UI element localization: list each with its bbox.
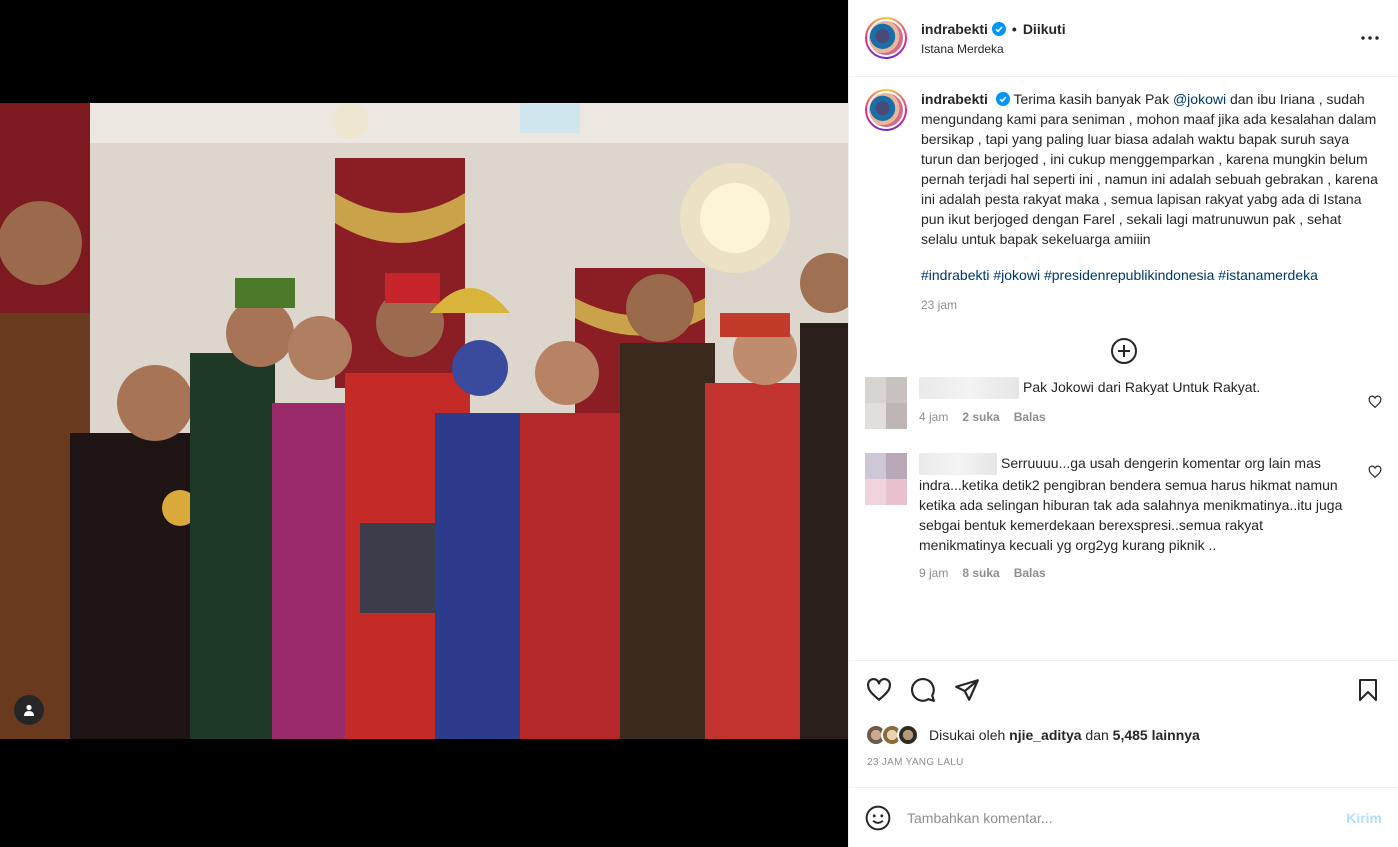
add-comment-bar: Tambahkan komentar... Kirim — [849, 787, 1398, 847]
plus-circle-icon — [1110, 338, 1137, 364]
post-location[interactable]: Istana Merdeka — [921, 42, 1358, 56]
post-photo[interactable] — [0, 103, 848, 739]
verified-badge-icon — [991, 21, 1006, 36]
comment-button[interactable] — [909, 676, 937, 704]
like-button[interactable] — [865, 676, 893, 704]
comment-like-heart-icon[interactable] — [1368, 395, 1382, 409]
author-username[interactable]: indrabekti — [921, 21, 988, 37]
more-options-button[interactable] — [1358, 26, 1382, 50]
share-button[interactable] — [953, 676, 981, 704]
commenter-username-redacted[interactable] — [919, 377, 1019, 400]
comment-text: Pak Jokowi dari Rakyat Untuk Rakyat. — [1023, 379, 1261, 395]
comment-time[interactable]: 4 jam — [919, 407, 948, 427]
more-icon — [1361, 36, 1379, 40]
caption-text-rest: dan ibu Iriana , sudah mengundang kami p… — [921, 91, 1378, 247]
instagram-post: indrabekti • Diikuti Istana Merdeka indr… — [0, 0, 1398, 847]
caption-mention-link[interactable]: @jokowi — [1173, 91, 1226, 107]
likes-middle: dan — [1085, 727, 1109, 743]
tagged-users-button[interactable] — [14, 695, 44, 725]
post-media — [0, 0, 848, 847]
likes-prefix: Disukai oleh — [929, 727, 1006, 743]
commenter-username-redacted[interactable] — [919, 453, 997, 476]
author-avatar[interactable] — [865, 17, 907, 59]
comments-section[interactable]: indrabekti Terima kasih banyak Pak @joko… — [849, 77, 1398, 660]
caption-author-avatar[interactable] — [865, 89, 907, 131]
comment-bubble-icon — [911, 678, 935, 702]
post-date[interactable]: 23 JAM YANG LALU — [849, 751, 1398, 781]
comment-item: Serruuuu...ga usah dengerin komentar org… — [865, 453, 1382, 583]
comment-like-heart-icon[interactable] — [1368, 465, 1382, 479]
comment-reply-button[interactable]: Balas — [1014, 407, 1046, 427]
commenter-avatar[interactable] — [865, 377, 907, 429]
likes-count[interactable]: 5,485 lainnya — [1113, 727, 1200, 743]
verified-badge-icon — [995, 92, 1010, 106]
commenter-avatar[interactable] — [865, 453, 907, 505]
caption-text-start: Terima kasih banyak Pak — [1013, 91, 1173, 107]
follow-status-button[interactable]: Diikuti — [1023, 21, 1066, 37]
emoji-icon[interactable] — [865, 805, 891, 831]
caption: indrabekti Terima kasih banyak Pak @joko… — [865, 89, 1382, 315]
comment-input[interactable]: Tambahkan komentar... — [907, 810, 1346, 826]
comment-time[interactable]: 9 jam — [919, 563, 948, 583]
post-side-panel: indrabekti • Diikuti Istana Merdeka indr… — [848, 0, 1398, 847]
post-actions: Disukai oleh njie_aditya dan 5,485 lainn… — [849, 660, 1398, 781]
comment-likes[interactable]: 8 suka — [962, 563, 999, 583]
caption-hashtags[interactable]: #indrabekti #jokowi #presidenrepublikind… — [921, 265, 1381, 285]
caption-time[interactable]: 23 jam — [921, 295, 1381, 315]
comment-likes[interactable]: 2 suka — [962, 407, 999, 427]
post-comment-button[interactable]: Kirim — [1346, 810, 1382, 826]
comment-reply-button[interactable]: Balas — [1014, 563, 1046, 583]
save-button[interactable] — [1354, 676, 1382, 704]
paper-plane-icon — [955, 679, 979, 701]
liker-username[interactable]: njie_aditya — [1009, 727, 1081, 743]
caption-username[interactable]: indrabekti — [921, 91, 988, 107]
load-more-comments-button[interactable] — [865, 337, 1382, 367]
bookmark-icon — [1359, 679, 1377, 701]
liker-avatars[interactable] — [865, 724, 919, 746]
separator: • — [1011, 20, 1017, 37]
user-icon — [24, 704, 34, 716]
post-header: indrabekti • Diikuti Istana Merdeka — [849, 0, 1398, 77]
heart-icon — [867, 677, 891, 701]
comment-item: Pak Jokowi dari Rakyat Untuk Rakyat. 4 j… — [865, 377, 1382, 429]
likes-summary: Disukai oleh njie_aditya dan 5,485 lainn… — [849, 719, 1398, 751]
